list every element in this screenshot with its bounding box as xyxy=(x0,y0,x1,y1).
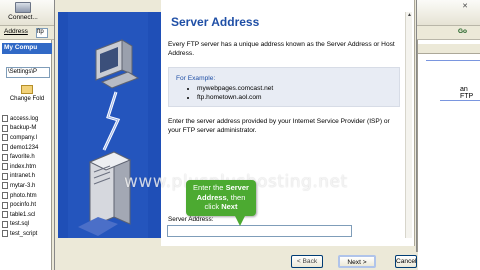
callout-bold-text: Server xyxy=(225,183,249,192)
wizard-description: Every FTP server has a unique address kn… xyxy=(168,41,395,57)
wizard-button-bar: < Back Next > Cancel xyxy=(58,252,418,270)
file-icon xyxy=(2,230,8,238)
wizard-instruction: Enter the server address provided by you… xyxy=(168,118,390,134)
change-folder-button[interactable]: Change Fold xyxy=(4,85,50,109)
local-files-pane: My Compu \Settings\P Change Fold access.… xyxy=(0,40,52,270)
list-item[interactable]: backup-M xyxy=(2,124,52,134)
example-list: mywebpages.comcast.net ftp.hometown.aol.… xyxy=(189,85,273,102)
server-address-label: Server Address: xyxy=(168,216,214,223)
file-name: table1.scl xyxy=(10,211,36,218)
connect-button[interactable]: Connect... xyxy=(2,2,44,24)
remote-pane-text: an FTP xyxy=(460,86,474,100)
local-path-field[interactable]: \Settings\P xyxy=(6,67,50,78)
divider xyxy=(426,60,480,61)
file-name: test_script xyxy=(10,230,38,237)
file-icon xyxy=(2,192,8,200)
go-button[interactable]: Go xyxy=(458,28,476,38)
file-icon xyxy=(2,124,8,132)
network-computers-icon xyxy=(58,12,161,238)
callout-bold-text: Next xyxy=(221,202,238,211)
file-list: access.log backup-M company.l demo1234 favor… xyxy=(2,114,52,239)
callout-text: click xyxy=(204,202,220,211)
file-name: index.htm xyxy=(10,163,37,170)
list-item[interactable]: pocinfo.ht xyxy=(2,200,52,210)
scroll-up-icon[interactable]: ▲ xyxy=(406,12,413,19)
tab-my-computer[interactable]: My Compu xyxy=(2,43,52,54)
file-name: test.sql xyxy=(10,221,30,228)
list-item[interactable]: demo1234 xyxy=(2,143,52,153)
file-icon xyxy=(2,134,8,142)
folder-icon xyxy=(21,85,33,94)
example-item: ftp.hometown.aol.com xyxy=(197,94,273,103)
instruction-callout: Enter the Server Address, then click Nex… xyxy=(186,180,256,216)
file-name: access.log xyxy=(10,115,39,122)
computer-icon xyxy=(15,2,31,13)
file-icon xyxy=(2,144,8,152)
list-item[interactable]: access.log xyxy=(2,114,52,124)
cancel-button[interactable]: Cancel xyxy=(395,255,417,268)
change-folder-label: Change Fold xyxy=(9,96,45,102)
list-item[interactable]: table1.scl xyxy=(2,210,52,220)
example-item: mywebpages.comcast.net xyxy=(197,85,273,94)
back-button[interactable]: < Back xyxy=(291,255,323,268)
wizard-title: Server Address xyxy=(171,15,260,29)
file-icon xyxy=(2,201,8,209)
file-icon xyxy=(2,211,8,219)
remote-pane-header xyxy=(418,44,480,54)
list-item[interactable]: company.l xyxy=(2,133,52,143)
file-icon xyxy=(2,115,8,123)
connect-label: Connect... xyxy=(8,14,38,21)
file-name: favorite.h xyxy=(10,154,35,161)
callout-bold-text: Address xyxy=(196,192,227,202)
file-icon xyxy=(2,220,8,228)
next-button[interactable]: Next > xyxy=(338,255,376,268)
wizard-illustration xyxy=(58,12,161,238)
file-name: photo.htm xyxy=(10,192,37,199)
connection-wizard-dialog: Server Address Every FTP server has a un… xyxy=(54,0,468,270)
file-icon xyxy=(2,153,8,161)
example-box: For Example: mywebpages.comcast.net ftp.… xyxy=(168,67,400,107)
callout-text: , then xyxy=(226,192,246,202)
address-label: Address xyxy=(4,28,28,35)
wizard-scrollbar[interactable]: ▲ xyxy=(405,12,412,238)
list-item[interactable]: intranet.h xyxy=(2,172,52,182)
file-icon xyxy=(2,163,8,171)
callout-text: Enter the xyxy=(193,183,224,192)
list-item[interactable]: index.htm xyxy=(2,162,52,172)
list-item[interactable]: photo.htm xyxy=(2,191,52,201)
list-item[interactable]: favorite.h xyxy=(2,152,52,162)
server-address-input[interactable] xyxy=(167,225,352,237)
file-icon xyxy=(2,172,8,180)
list-item[interactable]: mytar-3.h xyxy=(2,181,52,191)
list-item[interactable]: test.sql xyxy=(2,220,52,230)
example-label: For Example: xyxy=(176,75,216,82)
file-name: intranet.h xyxy=(10,173,36,180)
remote-pane: an FTP xyxy=(417,40,480,270)
list-item[interactable]: test_script xyxy=(2,229,52,239)
close-icon[interactable]: ✕ xyxy=(460,2,470,11)
callout-pointer xyxy=(235,216,245,226)
file-name: company.l xyxy=(10,134,37,141)
address-input[interactable]: ftp xyxy=(36,28,48,38)
file-icon xyxy=(2,182,8,190)
file-name: backup-M xyxy=(10,125,37,132)
file-name: demo1234 xyxy=(10,144,39,151)
file-name: mytar-3.h xyxy=(10,182,36,189)
divider xyxy=(440,100,480,101)
file-name: pocinfo.ht xyxy=(10,202,37,209)
